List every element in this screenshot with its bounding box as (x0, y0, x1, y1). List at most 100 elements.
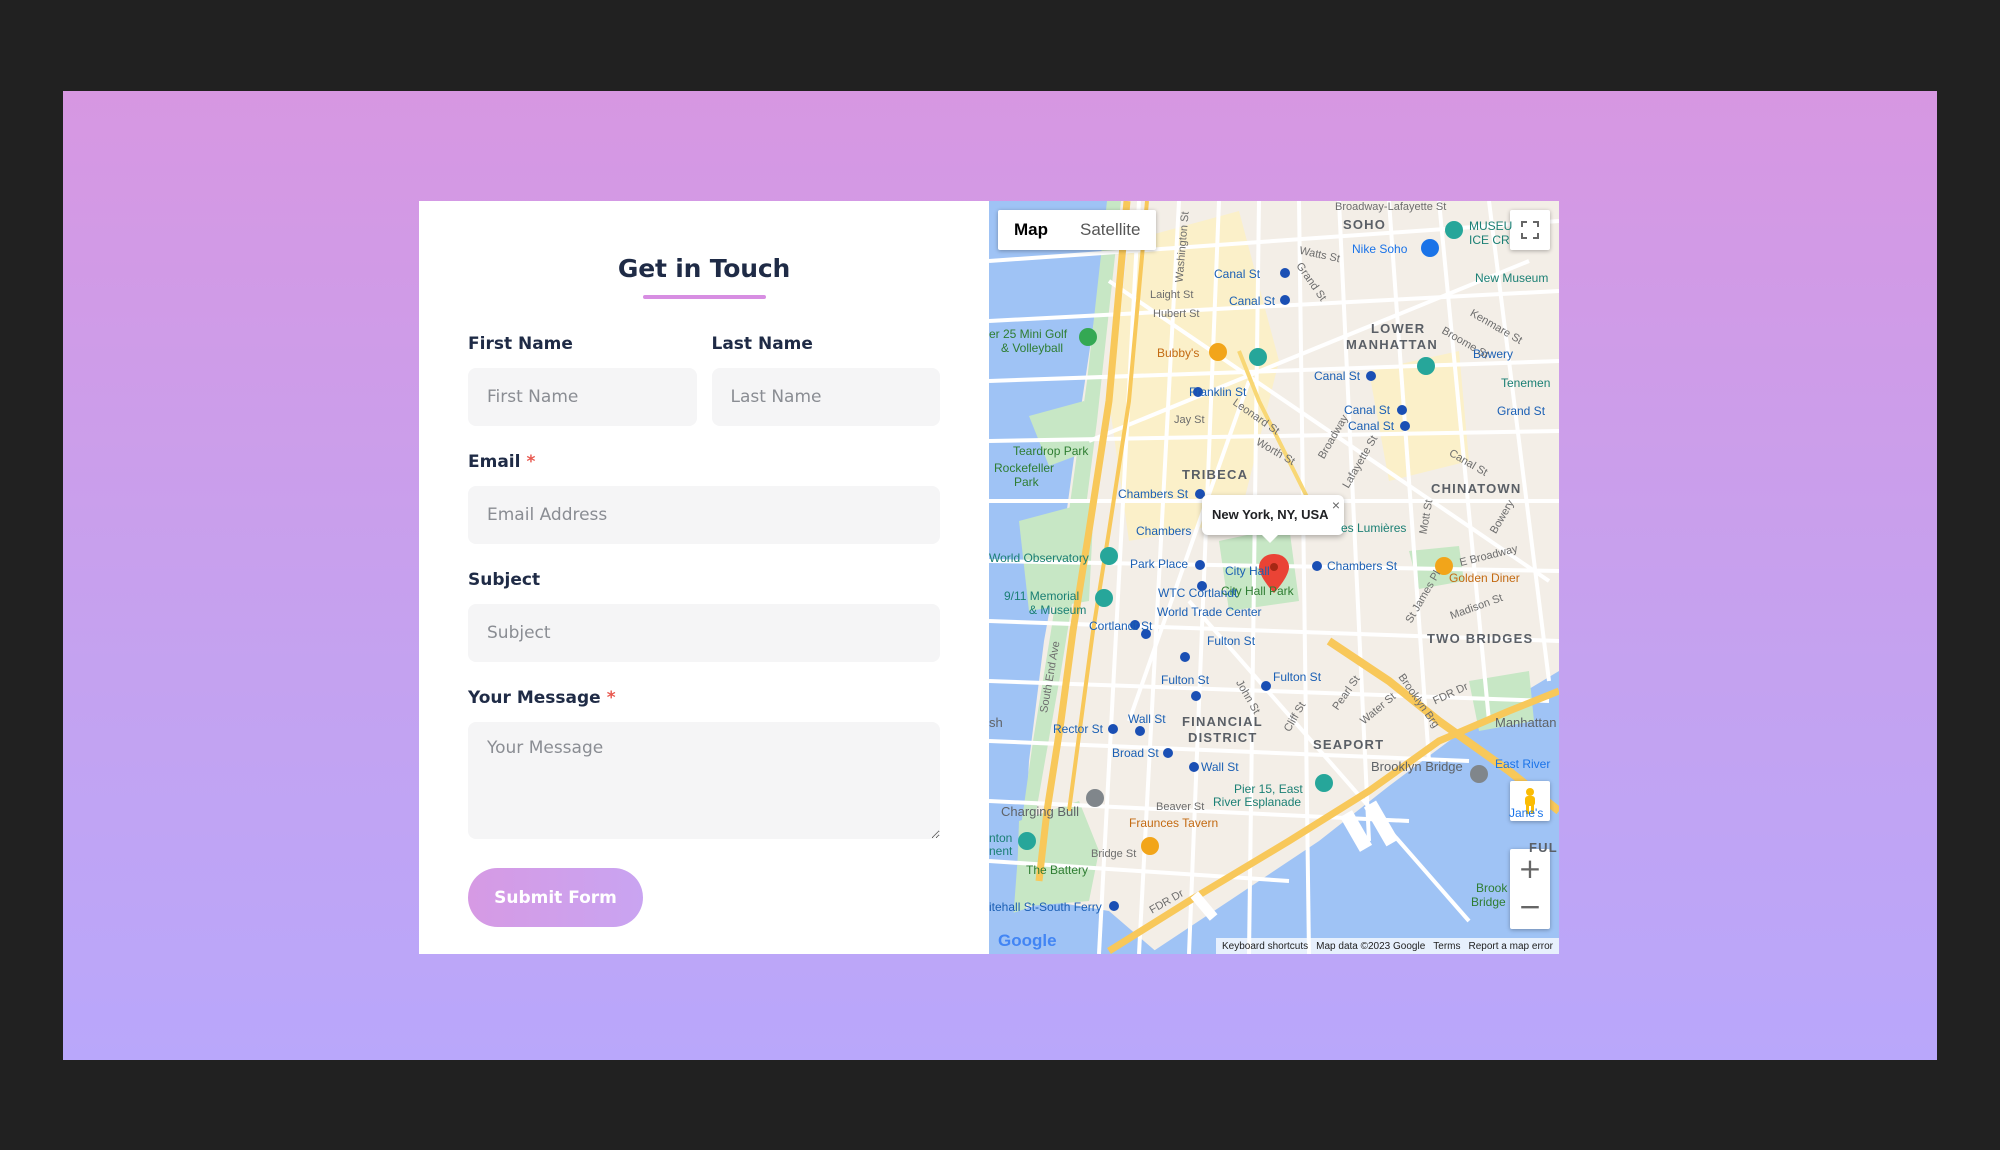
label-nike-soho: Nike Soho (1352, 242, 1408, 256)
street-bridge: Bridge St (1091, 848, 1137, 860)
subject-input[interactable] (468, 604, 940, 662)
label-canal-2: Canal St (1229, 294, 1276, 308)
label-the-battery: The Battery (1026, 863, 1089, 877)
label-new-museum: New Museum (1475, 271, 1549, 285)
label-chambers-3: Chambers St (1327, 559, 1398, 573)
first-name-input[interactable] (468, 368, 697, 426)
form-title-prefix: Get in (617, 254, 702, 283)
label-brooklyn-bridge: Brooklyn Bridge (1371, 759, 1463, 774)
map-type-control: Map Satellite (998, 210, 1157, 250)
form-title-bold: Touch (709, 254, 791, 283)
street-beaver: Beaver St (1156, 801, 1205, 813)
label-financial-2: DISTRICT (1188, 730, 1258, 745)
map-data-text: Map data ©2023 Google (1316, 940, 1426, 952)
label-brook-1: Brook (1476, 881, 1508, 895)
label-fulton-3: Fulton St (1273, 670, 1322, 684)
page-background: Get in Touch First Name Last Name Email* (63, 91, 1937, 1060)
label-park-place: Park Place (1130, 557, 1189, 571)
zoom-control: + − (1510, 849, 1550, 929)
message-required-mark: * (606, 688, 616, 708)
label-manhattan: Manhattan (1495, 715, 1557, 730)
label-rockefeller-1: Rockefeller (994, 461, 1055, 475)
street-broadway-lafayette: Broadway-Lafayette St (1335, 201, 1447, 213)
label-pier15-2: River Esplanade (1213, 795, 1302, 809)
info-window-text: New York, NY, USA (1212, 507, 1329, 522)
label-pier25-1: er 25 Mini Golf (989, 327, 1068, 341)
label-pier25-2: & Volleyball (1001, 341, 1064, 355)
label-charging-bull: Charging Bull (1001, 804, 1080, 819)
google-logo-text: Google (998, 931, 1057, 950)
label-chambers-1: Chambers St (1118, 487, 1189, 501)
label-tribeca: TRIBECA (1182, 467, 1249, 482)
street-laight: Laight St (1150, 289, 1194, 301)
email-label: Email * (468, 451, 940, 473)
street-hubert: Hubert St (1153, 308, 1200, 320)
keyboard-shortcuts-link[interactable]: Keyboard shortcuts (1222, 941, 1308, 952)
zoom-out-button[interactable]: − (1518, 889, 1541, 929)
label-city-hall: City Hall (1225, 564, 1270, 578)
message-textarea[interactable] (468, 722, 940, 839)
fullscreen-icon (1521, 221, 1539, 239)
label-fraunces-tavern: Fraunces Tavern (1129, 816, 1219, 830)
map-type-satellite-button[interactable]: Satellite (1064, 210, 1156, 250)
report-map-error-link[interactable]: Report a map error (1469, 941, 1553, 952)
map-type-map-button[interactable]: Map (998, 210, 1064, 250)
label-tenement: Tenemen (1501, 376, 1551, 390)
label-wall-1: Wall St (1128, 712, 1166, 726)
label-lower-manhattan-1: LOWER (1371, 321, 1426, 336)
label-nton-1: nton (989, 831, 1013, 845)
label-chambers-2: Chambers (1136, 524, 1192, 538)
label-east-river: East River (1495, 757, 1551, 771)
submit-form-button[interactable]: Submit Form (468, 868, 643, 927)
label-canal-4: Canal St (1344, 403, 1391, 417)
label-financial-1: FINANCIAL (1182, 714, 1263, 729)
label-two-bridges: TWO BRIDGES (1427, 631, 1534, 646)
zoom-in-button[interactable]: + (1518, 849, 1541, 889)
label-nton-2: nent (989, 844, 1013, 858)
street-jay: Jay St (1174, 414, 1205, 426)
label-south-ferry: itehall St-South Ferry (989, 900, 1102, 914)
label-ful: FUL (1529, 840, 1558, 855)
label-brook-2: Bridge (1471, 895, 1506, 909)
title-underline (642, 295, 766, 299)
map-attribution: Keyboard shortcuts Map data ©2023 Google… (1215, 938, 1559, 954)
terms-link[interactable]: Terms (1433, 941, 1460, 952)
google-logo: Google (998, 931, 1057, 951)
message-label-text: Your Message (468, 688, 601, 708)
label-broad-st: Broad St (1112, 746, 1159, 760)
last-name-input[interactable] (711, 368, 940, 426)
label-chinatown: CHINATOWN (1431, 481, 1522, 496)
label-world-trade-center: World Trade Center (1157, 605, 1262, 619)
info-window-close-button[interactable]: × (1332, 497, 1340, 513)
label-canal-1: Canal St (1214, 267, 1261, 281)
label-golden-diner: Golden Diner (1449, 571, 1520, 585)
label-sh: sh (989, 715, 1003, 730)
label-wtc-cortlandt: WTC Cortlandt (1158, 586, 1238, 600)
email-required-mark: * (526, 452, 536, 472)
label-canal-3: Canal St (1314, 369, 1361, 383)
label-world-observatory: World Observatory (989, 551, 1089, 565)
contact-form: Get in Touch First Name Last Name Email* (419, 201, 989, 954)
label-seaport: SEAPORT (1313, 737, 1385, 752)
label-lumieres: es Lumières (1341, 521, 1407, 535)
label-911-memorial-1: 9/11 Memorial (1004, 589, 1080, 603)
label-teardrop-park: Teardrop Park (1013, 444, 1089, 458)
message-label: Your Message * (468, 687, 940, 709)
form-title: Get in Touch (468, 249, 940, 289)
contact-card: Get in Touch First Name Last Name Email* (419, 201, 1559, 954)
label-wall-2: Wall St (1201, 760, 1239, 774)
label-pier15-1: Pier 15, East (1234, 782, 1303, 796)
fullscreen-button[interactable] (1510, 210, 1550, 250)
map-panel[interactable]: Map Satellite + − New York, NY, USA × SO… (989, 201, 1559, 954)
map-info-window: New York, NY, USA × (1202, 495, 1344, 543)
email-input[interactable] (468, 486, 940, 544)
label-janes: Jane's (1509, 806, 1544, 820)
email-label-text: Email (468, 452, 521, 472)
label-rockefeller-2: Park (1014, 475, 1039, 489)
label-rector-st: Rector St (1053, 722, 1104, 736)
label-canal-5: Canal St (1348, 419, 1395, 433)
label-lower-manhattan-2: MANHATTAN (1346, 337, 1438, 352)
label-cortlandt-st: Cortlandt St (1089, 619, 1153, 633)
last-name-label: Last Name (711, 334, 813, 354)
label-museum-ice-2: ICE CR (1469, 233, 1510, 247)
